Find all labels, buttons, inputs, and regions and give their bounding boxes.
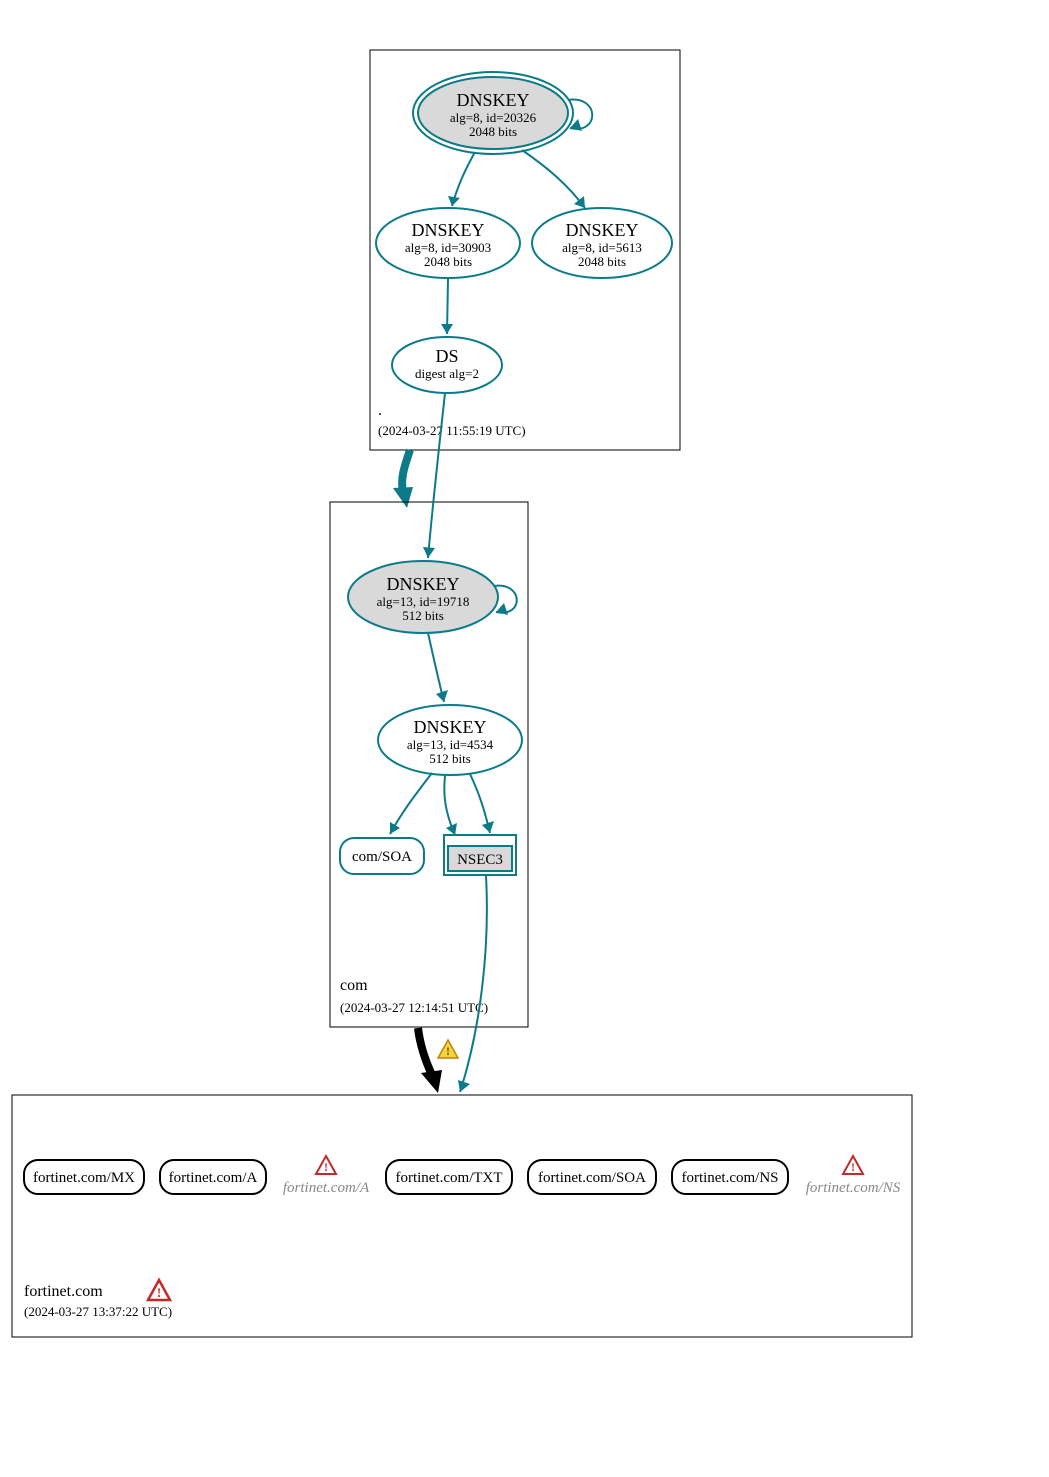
svg-text:alg=8, id=20326: alg=8, id=20326 — [450, 110, 537, 125]
svg-text:digest alg=2: digest alg=2 — [415, 366, 479, 381]
node-com-zsk: DNSKEY alg=13, id=4534 512 bits — [378, 705, 522, 775]
svg-text:DNSKEY: DNSKEY — [565, 220, 638, 240]
zone-leaf-time: (2024-03-27 13:37:22 UTC) — [24, 1304, 172, 1319]
svg-text:512 bits: 512 bits — [429, 751, 471, 766]
svg-text:2048 bits: 2048 bits — [424, 254, 472, 269]
node-root-zsk2: DNSKEY alg=8, id=5613 2048 bits — [532, 208, 672, 278]
rr-node: fortinet.com/TXT — [386, 1160, 512, 1194]
svg-text:512 bits: 512 bits — [402, 608, 444, 623]
svg-text:fortinet.com/A: fortinet.com/A — [283, 1180, 370, 1196]
svg-text:fortinet.com/SOA: fortinet.com/SOA — [538, 1170, 646, 1186]
node-root-ds: DS digest alg=2 — [392, 337, 502, 393]
node-root-ksk: DNSKEY alg=8, id=20326 2048 bits — [413, 72, 573, 154]
rr-node: fortinet.com/NS — [672, 1160, 788, 1194]
svg-text:fortinet.com/NS: fortinet.com/NS — [806, 1180, 901, 1196]
zone-com-label: com — [340, 977, 368, 994]
svg-text:fortinet.com/NS: fortinet.com/NS — [681, 1170, 778, 1186]
dnskey-label: DNSKEY — [456, 90, 529, 110]
edge-com-to-leaf — [418, 1028, 432, 1075]
rr-node-error: ! fortinet.com/A — [283, 1156, 370, 1196]
error-icon: ! — [148, 1280, 170, 1300]
svg-text:2048 bits: 2048 bits — [469, 124, 517, 139]
svg-text:DNSKEY: DNSKEY — [411, 220, 484, 240]
zone-leaf-label: fortinet.com — [24, 1283, 103, 1300]
svg-text:!: ! — [157, 1285, 161, 1300]
svg-text:2048 bits: 2048 bits — [578, 254, 626, 269]
svg-text:fortinet.com/TXT: fortinet.com/TXT — [395, 1170, 502, 1186]
svg-text:com/SOA: com/SOA — [352, 849, 412, 865]
svg-text:!: ! — [851, 1160, 855, 1174]
svg-text:fortinet.com/MX: fortinet.com/MX — [33, 1170, 135, 1186]
dnssec-diagram: DNSKEY alg=8, id=20326 2048 bits DNSKEY … — [0, 0, 1049, 1477]
edge-root-to-com — [402, 450, 410, 492]
zone-com-time: (2024-03-27 12:14:51 UTC) — [340, 1000, 488, 1015]
error-icon: ! — [316, 1156, 336, 1174]
svg-text:DS: DS — [435, 346, 458, 366]
node-com-ksk: DNSKEY alg=13, id=19718 512 bits — [348, 561, 498, 633]
node-root-zsk1: DNSKEY alg=8, id=30903 2048 bits — [376, 208, 520, 278]
rr-node: fortinet.com/A — [160, 1160, 266, 1194]
error-icon: ! — [843, 1156, 863, 1174]
rr-node: fortinet.com/MX — [24, 1160, 144, 1194]
node-com-soa: com/SOA — [340, 838, 424, 874]
svg-text:alg=13, id=19718: alg=13, id=19718 — [377, 594, 470, 609]
zone-root-time: (2024-03-27 11:55:19 UTC) — [378, 423, 526, 438]
svg-text:DNSKEY: DNSKEY — [386, 574, 459, 594]
rr-node-error: ! fortinet.com/NS — [806, 1156, 901, 1196]
svg-text:alg=13, id=4534: alg=13, id=4534 — [407, 737, 494, 752]
svg-text:NSEC3: NSEC3 — [457, 852, 503, 868]
svg-text:!: ! — [324, 1160, 328, 1174]
svg-text:alg=8, id=30903: alg=8, id=30903 — [405, 240, 491, 255]
svg-text:alg=8, id=5613: alg=8, id=5613 — [562, 240, 642, 255]
svg-text:DNSKEY: DNSKEY — [413, 717, 486, 737]
svg-text:!: ! — [446, 1044, 450, 1058]
svg-text:fortinet.com/A: fortinet.com/A — [169, 1170, 258, 1186]
rr-node: fortinet.com/SOA — [528, 1160, 656, 1194]
node-com-nsec3: NSEC3 — [444, 835, 516, 875]
warning-icon: ! — [438, 1040, 458, 1058]
zone-root-label: . — [378, 402, 382, 419]
